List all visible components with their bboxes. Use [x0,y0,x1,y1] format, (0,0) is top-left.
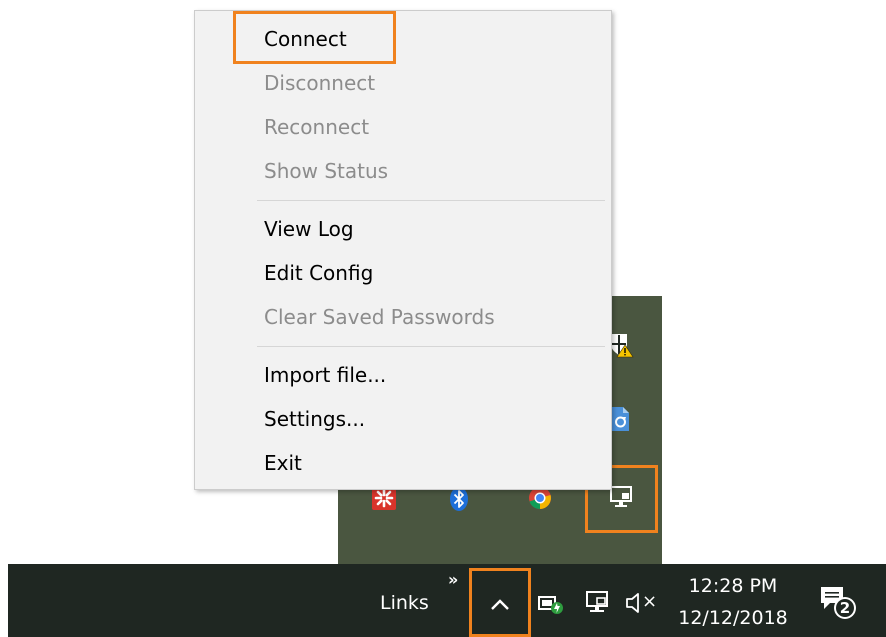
taskbar: Links » × 12:28 PM 12/12/2018 2 [8,564,886,637]
openvpn-context-menu: Connect Disconnect Reconnect Show Status… [194,10,612,490]
links-toolbar-label[interactable]: Links [380,592,429,614]
links-overflow-chevron[interactable]: » [448,570,458,589]
menu-item-import-file[interactable]: Import file... [264,361,386,389]
chevron-up-icon [491,599,509,610]
action-center-button[interactable]: 2 [818,584,858,624]
show-hidden-icons-button[interactable] [485,582,515,622]
notification-count-badge: 2 [839,599,851,617]
volume-muted-icon[interactable]: × [624,590,662,616]
menu-item-edit-config[interactable]: Edit Config [264,259,373,287]
menu-item-clear-saved-passwords: Clear Saved Passwords [264,305,495,329]
network-icon[interactable] [584,590,612,616]
menu-item-disconnect: Disconnect [264,71,376,95]
power-network-icon[interactable] [538,592,564,616]
menu-separator [257,346,605,347]
menu-separator [257,200,605,201]
clock-date: 12/12/2018 [678,607,788,629]
menu-item-exit[interactable]: Exit [264,449,302,477]
mute-cross: × [642,591,658,612]
system-clock[interactable]: 12:28 PM 12/12/2018 [678,570,788,634]
menu-item-settings[interactable]: Settings... [264,405,365,433]
menu-item-view-log[interactable]: View Log [264,215,354,243]
clock-time: 12:28 PM [688,575,778,597]
menu-item-reconnect: Reconnect [264,115,370,139]
menu-item-show-status: Show Status [264,159,389,183]
menu-item-connect[interactable]: Connect [264,25,347,53]
